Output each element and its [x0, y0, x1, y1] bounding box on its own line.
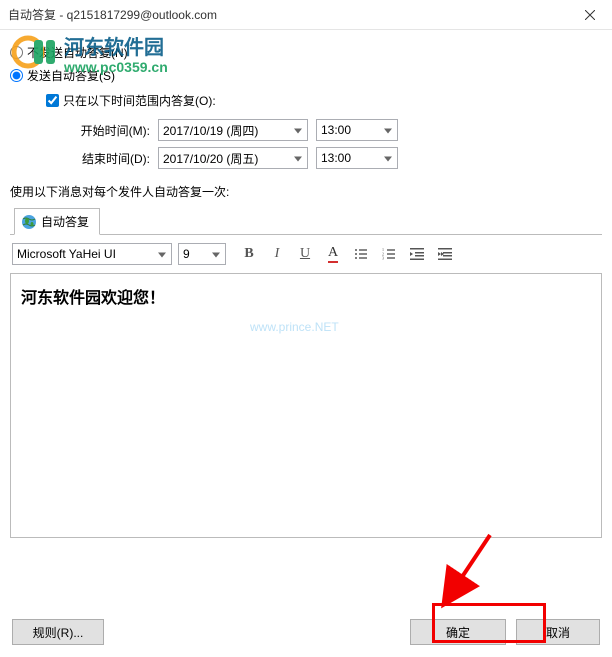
- close-icon: [585, 10, 595, 20]
- cancel-button[interactable]: 取消: [516, 619, 600, 645]
- close-button[interactable]: [567, 0, 612, 29]
- bold-button[interactable]: B: [238, 243, 260, 265]
- start-time-row: 开始时间(M): 2017/10/19 (周四) 13:00: [70, 119, 602, 141]
- font-color-button[interactable]: A: [322, 243, 344, 265]
- radio-send-input[interactable]: [10, 69, 23, 82]
- font-size-combo[interactable]: 9: [178, 243, 226, 265]
- time-range-checkbox-input[interactable]: [46, 94, 59, 107]
- editor-toolbar: Microsoft YaHei UI 9 B I U A 123: [10, 235, 602, 273]
- tab-auto-reply[interactable]: 自动答复: [14, 208, 100, 235]
- radio-send[interactable]: 发送自动答复(S): [10, 67, 602, 84]
- ok-button[interactable]: 确定: [410, 619, 506, 645]
- tab-strip: 自动答复: [10, 208, 602, 235]
- radio-dont-send-label: 不发送自动答复(N): [27, 44, 128, 61]
- outdent-icon: [410, 247, 424, 261]
- number-list-button[interactable]: 123: [378, 243, 400, 265]
- radio-send-label: 发送自动答复(S): [27, 67, 115, 84]
- end-date-combo[interactable]: 2017/10/20 (周五): [158, 147, 308, 169]
- end-time-label: 结束时间(D):: [70, 150, 150, 167]
- end-time-row: 结束时间(D): 2017/10/20 (周五) 13:00: [70, 147, 602, 169]
- italic-button[interactable]: I: [266, 243, 288, 265]
- editor-content: 河东软件园欢迎您！: [21, 284, 591, 308]
- button-bar: 规则(R)... 确定 取消: [12, 619, 600, 645]
- bullet-list-icon: [354, 247, 368, 261]
- bullet-list-button[interactable]: [350, 243, 372, 265]
- indent-button[interactable]: [434, 243, 456, 265]
- end-time-combo[interactable]: 13:00: [316, 147, 398, 169]
- globe-icon: [21, 214, 37, 230]
- start-time-combo[interactable]: 13:00: [316, 119, 398, 141]
- window-title: 自动答复 - q2151817299@outlook.com: [8, 6, 217, 23]
- start-date-combo[interactable]: 2017/10/19 (周四): [158, 119, 308, 141]
- editor-area[interactable]: 河东软件园欢迎您！: [10, 273, 602, 538]
- time-range-checkbox[interactable]: 只在以下时间范围内答复(O):: [46, 92, 602, 109]
- svg-text:3: 3: [382, 256, 384, 261]
- outdent-button[interactable]: [406, 243, 428, 265]
- font-family-combo[interactable]: Microsoft YaHei UI: [12, 243, 172, 265]
- indent-icon: [438, 247, 452, 261]
- number-list-icon: 123: [382, 247, 396, 261]
- radio-dont-send[interactable]: 不发送自动答复(N): [10, 44, 602, 61]
- title-bar: 自动答复 - q2151817299@outlook.com: [0, 0, 612, 30]
- radio-dont-send-input[interactable]: [10, 46, 23, 59]
- start-time-label: 开始时间(M):: [70, 122, 150, 139]
- underline-button[interactable]: U: [294, 243, 316, 265]
- tab-label: 自动答复: [41, 213, 89, 230]
- rules-button[interactable]: 规则(R)...: [12, 619, 104, 645]
- section-label: 使用以下消息对每个发件人自动答复一次:: [10, 183, 602, 200]
- time-range-checkbox-label: 只在以下时间范围内答复(O):: [63, 92, 216, 109]
